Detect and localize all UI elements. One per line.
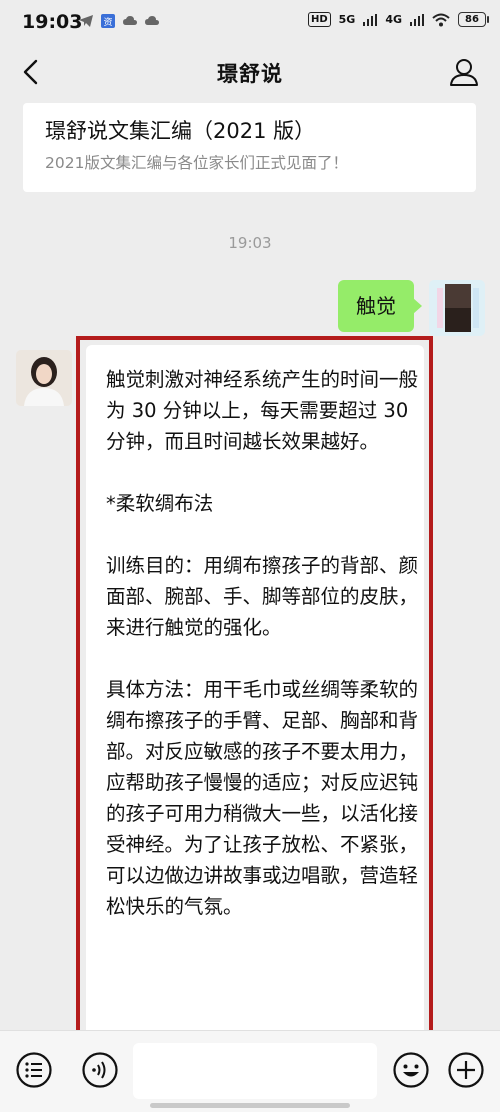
chat-title: 璟舒说: [217, 62, 283, 86]
status-bar: 19:03 资 HD 5G 4G 86: [0, 0, 500, 44]
avatar-image: [429, 280, 485, 336]
wifi-icon: [432, 13, 450, 26]
outgoing-message-bubble[interactable]: 触觉: [338, 280, 422, 332]
status-time: 19:03: [22, 11, 83, 33]
menu-list-icon[interactable]: [15, 1051, 53, 1089]
chat-header: 璟舒说: [0, 44, 500, 100]
cloud-icon: [123, 16, 137, 25]
notification-icons: 资: [78, 13, 160, 29]
plus-icon[interactable]: [447, 1051, 485, 1089]
svg-text:资: 资: [103, 17, 112, 28]
highlight-frame: [76, 336, 433, 1036]
signal-icon: [363, 13, 378, 26]
signal-icon-2: [410, 13, 424, 26]
hd-badge: HD: [307, 12, 331, 27]
network-label-5g: 5G: [338, 13, 356, 26]
battery-indicator: 86: [458, 12, 489, 27]
sender-avatar[interactable]: [16, 350, 72, 406]
profile-icon[interactable]: [448, 56, 480, 88]
my-avatar[interactable]: [429, 280, 485, 336]
system-indicators: HD 5G 4G 86: [307, 12, 489, 27]
home-indicator[interactable]: [150, 1103, 350, 1108]
article-card[interactable]: 璟舒说文集汇编（2021 版） 2021版文集汇编与各位家长们正式见面了！: [23, 103, 476, 192]
cloud-icon-2: [145, 16, 159, 25]
emoji-icon[interactable]: [392, 1051, 430, 1089]
message-timestamp: 19:03: [228, 234, 272, 252]
network-label-4g: 4G: [385, 13, 402, 26]
article-subtitle: 2021版文集汇编与各位家长们正式见面了！: [45, 154, 348, 172]
input-bar: [0, 1030, 500, 1112]
app-notification-icon: 资: [101, 14, 115, 28]
telegram-icon: [79, 15, 93, 27]
voice-icon[interactable]: [81, 1051, 119, 1089]
message-input[interactable]: [133, 1043, 377, 1099]
avatar-image: [16, 350, 72, 406]
article-title: 璟舒说文集汇编（2021 版）: [45, 119, 316, 143]
